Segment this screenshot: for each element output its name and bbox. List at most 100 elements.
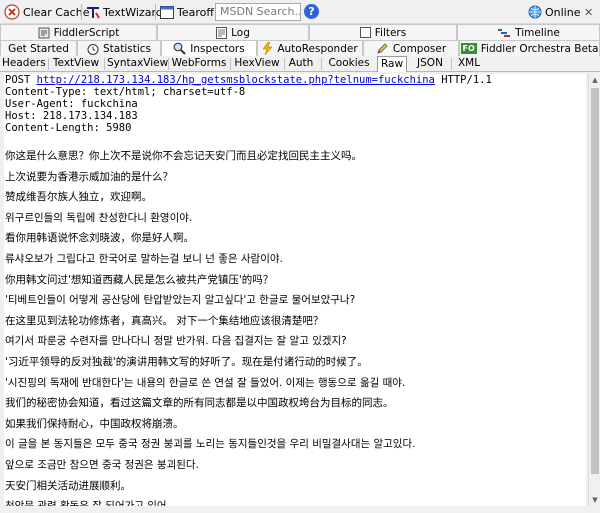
body-line: 我们的秘密协会知道，看过这篇文章的所有同志都是以中国政权垮台为目标的同志。: [5, 397, 394, 410]
clear-cache-icon: [4, 4, 20, 20]
scroll-down-icon[interactable]: ▼: [589, 494, 600, 506]
fiddlerscript-icon: [38, 27, 50, 38]
body-line: 위구르인들의 독립에 찬성한다니 환영이야.: [5, 211, 193, 224]
request-header-host: Host: 218.173.134.183: [5, 110, 138, 122]
online-label: Online: [545, 5, 581, 19]
msdn-search-input[interactable]: MSDN Search...: [215, 3, 301, 21]
subtab-separator: [284, 58, 285, 70]
body-line: 在这里见到法轮功修炼者，真高兴。 对下一个集结地应该很清楚吧？: [5, 314, 324, 327]
request-body: 你这是什么意思？你上次不是说你不会忘记天安门而且必定找回民主主义吗。 上次说要为…: [4, 146, 586, 506]
body-line: 천안문 관련 활동은 잘 되어가고 있어: [5, 496, 586, 506]
tab-statistics[interactable]: Statistics: [77, 40, 161, 56]
body-line: 류샤오보가 그립다고 한국어로 말하는걸 보니 넌 좋은 사람이야.: [5, 252, 283, 265]
body-line: 如果我们保持耐心，中国政权将崩溃。: [5, 417, 184, 430]
toolbar-separator: [81, 4, 82, 20]
tab-timeline[interactable]: Timeline: [457, 24, 600, 40]
close-toolbar-button[interactable]: ✕: [584, 3, 593, 21]
log-icon: [216, 26, 228, 39]
help-icon[interactable]: ?: [304, 4, 319, 19]
request-url-link[interactable]: http://218.173.134.183/hp_getsmsblocksta…: [37, 74, 435, 86]
tab-fiddlerscript[interactable]: FiddlerScript: [0, 24, 157, 40]
network-globe-icon: [528, 5, 542, 19]
magnifier-icon: [173, 42, 186, 55]
tab-get-started-label: Get Started: [8, 42, 69, 55]
toolbar-separator: [155, 4, 156, 20]
tabs-row-top: FiddlerScript Log Filters Timeline: [0, 24, 600, 40]
tab-log-label: Log: [231, 26, 250, 39]
body-line: 이 글을 본 동지들은 모두 중국 정권 붕괴를 노리는 동지들인것을 우리 비…: [5, 438, 416, 451]
subtab-auth[interactable]: Auth: [287, 56, 315, 72]
body-line: 你这是什么意思？你上次不是说你不会忘记天安门而且必定找回民主主义吗。: [5, 150, 362, 162]
checkbox-icon: [359, 27, 371, 38]
body-line: 看你用韩语说怀念刘晓波，你是好人啊。: [5, 232, 194, 245]
body-line: '시진핑의 독재에 반대한다'는 내용의 한글로 쓴 연설 잘 들었어. 이제는…: [5, 376, 406, 389]
textwizard-label: TextWizard: [103, 5, 163, 19]
tab-fiddler-orchestra-label: Fiddler Orchestra Beta: [480, 42, 599, 55]
stopwatch-icon: [87, 43, 99, 55]
body-line: '티베트인들이 어떻게 공산당에 탄압받았는지 알고싶다'고 한글로 물어보았구…: [5, 294, 356, 307]
orchestra-badge-icon: FO: [460, 43, 477, 54]
body-line: 你用韩文问过'想知道西藏人民是怎么被共产党镇压'的吗？: [5, 273, 274, 286]
pencil-icon: [377, 43, 388, 54]
scroll-up-icon[interactable]: ▲: [589, 74, 600, 86]
request-protocol: HTTP/1.1: [434, 74, 492, 86]
subtab-separator: [230, 58, 231, 70]
tab-timeline-label: Timeline: [515, 26, 560, 39]
tab-fiddlerscript-label: FiddlerScript: [53, 26, 120, 39]
body-line: 天安门相关活动进展顺利。: [5, 479, 131, 492]
clear-cache-label: Clear Cache: [23, 5, 90, 19]
subtab-raw[interactable]: Raw: [377, 56, 407, 72]
request-header-user-agent: User-Agent: fuckchina: [5, 98, 138, 110]
main-toolbar: Clear Cache TextWizard Tearoff MSDN Sear…: [0, 0, 600, 24]
clear-cache-button[interactable]: Clear Cache: [4, 3, 89, 21]
tab-get-started[interactable]: Get Started: [0, 40, 77, 56]
tab-composer[interactable]: Composer: [363, 40, 459, 56]
subtab-webforms[interactable]: WebForms: [171, 56, 227, 72]
tearoff-label: Tearoff: [177, 5, 214, 19]
tab-statistics-label: Statistics: [103, 42, 151, 55]
tab-log[interactable]: Log: [157, 24, 309, 40]
request-line: POST http://218.173.134.183/hp_getsmsblo…: [4, 74, 586, 86]
tearoff-button[interactable]: Tearoff: [160, 3, 214, 21]
textwizard-button[interactable]: TextWizard: [86, 3, 163, 21]
subtab-hexview[interactable]: HexView: [233, 56, 281, 72]
inspector-subtabs: Headers TextView SyntaxView WebForms Hex…: [0, 56, 600, 72]
tab-inspectors[interactable]: Inspectors: [161, 40, 257, 56]
raw-request-view[interactable]: POST http://218.173.134.183/hp_getsmsblo…: [4, 74, 586, 506]
subtab-json[interactable]: JSON: [412, 56, 448, 72]
subtab-textview[interactable]: TextView: [51, 56, 101, 72]
request-method: POST: [5, 74, 31, 86]
textwizard-icon: [87, 7, 100, 19]
tab-autoresponder-label: AutoResponder: [277, 42, 358, 55]
body-line: 赞成维吾尔族人独立，欢迎啊。: [5, 191, 152, 204]
subtab-separator: [48, 58, 49, 70]
tearoff-window-icon: [160, 5, 174, 19]
body-line: 앞으로 조금만 참으면 중국 정권은 붕괴된다.: [5, 458, 199, 471]
subtab-xml[interactable]: XML: [454, 56, 484, 72]
subtab-separator: [451, 58, 452, 70]
tab-inspectors-label: Inspectors: [190, 42, 245, 55]
tab-composer-label: Composer: [392, 42, 447, 55]
scroll-thumb[interactable]: [591, 88, 599, 474]
bottom-edge: [0, 506, 600, 513]
tab-fiddler-orchestra[interactable]: FO Fiddler Orchestra Beta: [459, 40, 600, 56]
request-header-content-length: Content-Length: 5980: [5, 122, 132, 134]
body-line: 上次说要为香港示威加油的是什么？: [5, 170, 173, 183]
subtab-separator: [168, 58, 169, 70]
body-line: 여기서 파룬궁 수련자를 만나다니 정말 반가워. 다음 집결지는 잘 알고 있…: [5, 335, 347, 348]
subtab-separator: [104, 58, 105, 70]
vertical-scrollbar[interactable]: ▲ ▼: [588, 74, 600, 506]
tab-filters[interactable]: Filters: [309, 24, 457, 40]
request-header-content-type: Content-Type: text/html; charset=utf-8: [5, 86, 246, 98]
tab-autoresponder[interactable]: AutoResponder: [257, 40, 363, 56]
subtab-separator: [321, 58, 322, 70]
tabs-row-main: Get Started Statistics Inspectors AutoRe…: [0, 40, 600, 56]
subtab-syntaxview[interactable]: SyntaxView: [107, 56, 168, 72]
body-line: '习近平领导的反对独裁'的演讲用韩文写的好听了。现在是付诸行动的时候了。: [5, 355, 368, 368]
lightning-icon: [262, 42, 273, 55]
timeline-icon: [498, 28, 511, 37]
subtab-headers[interactable]: Headers: [2, 56, 46, 72]
close-icon: ✕: [584, 5, 594, 19]
online-indicator[interactable]: Online: [528, 3, 580, 21]
subtab-cookies[interactable]: Cookies: [324, 56, 374, 72]
